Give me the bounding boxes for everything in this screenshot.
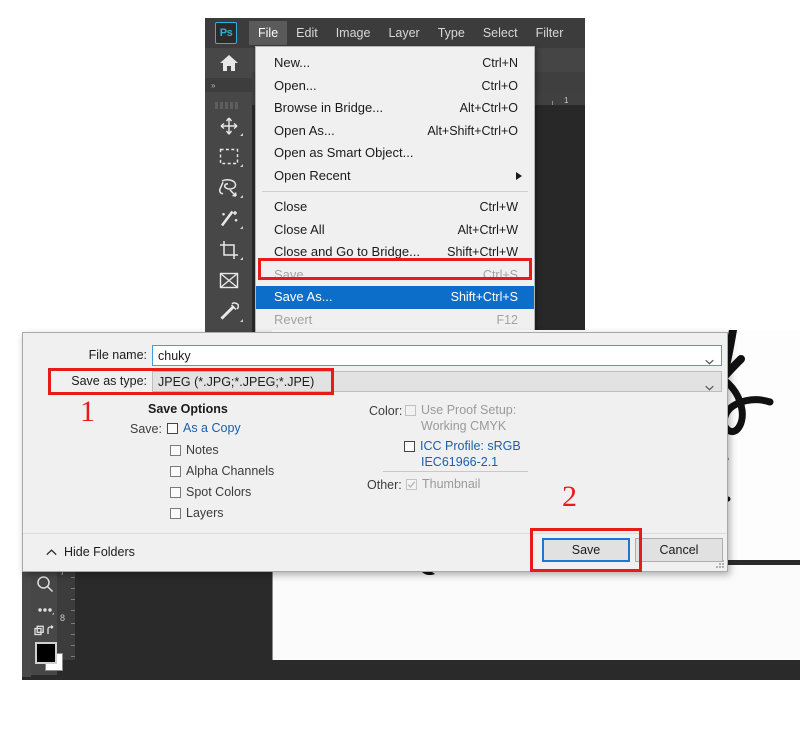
rectangular-marquee-tool[interactable] [205,141,252,172]
menu-edit[interactable]: Edit [287,21,327,45]
save-label: Save: [130,422,162,436]
ruler-marker: 1 [564,96,569,105]
checkbox-icon[interactable] [170,507,181,519]
chevron-up-icon [46,548,57,556]
checkbox-label: ICC Profile: sRGB [420,439,521,453]
move-tool[interactable] [205,110,252,141]
highlight-save-button [530,528,642,572]
foreground-color-swatch[interactable] [35,642,57,664]
checkbox-label: Notes [186,443,219,457]
checkbox-alpha-channels[interactable]: Alpha Channels [170,464,274,478]
checkbox-label: Alpha Channels [186,464,275,478]
resize-grip-icon[interactable] [716,560,725,569]
checkbox-as-a-copy[interactable]: As a Copy [167,421,241,435]
swap-colors-icon[interactable] [33,624,57,640]
highlight-save-as-type [48,368,334,395]
cancel-button[interactable]: Cancel [635,538,723,562]
checkbox-layers[interactable]: Layers [170,506,224,520]
menu-image[interactable]: Image [327,21,380,45]
eyedropper-tool[interactable] [205,296,252,327]
more-tools-icon[interactable] [33,604,57,618]
highlight-save-as [258,258,532,280]
tools-panel-grip [215,96,241,109]
menu-separator [262,191,528,192]
color-swatches[interactable] [33,641,63,671]
checkbox-spot-colors[interactable]: Spot Colors [170,485,251,499]
menu-file[interactable]: File [249,21,288,45]
checkbox-icon[interactable] [404,440,415,452]
hide-folders-toggle[interactable]: Hide Folders [46,545,135,559]
menu-select[interactable]: Select [474,21,527,45]
ruler-label-8: 8 [60,613,66,623]
file-dropdown-menu: New... Ctrl+N Open... Ctrl+O Browse in B… [255,46,535,367]
annotation-step-2: 2 [562,480,577,513]
submenu-arrow-icon [516,171,522,180]
checkbox-use-proof-setup[interactable]: Use Proof Setup: [405,403,516,417]
checkbox-icon[interactable] [170,486,181,498]
checkbox-icon[interactable] [170,465,181,477]
checkbox-icon[interactable] [167,422,178,434]
hide-folders-label: Hide Folders [64,545,135,559]
checkbox-label: Layers [186,506,224,520]
checkbox-label: Use Proof Setup: [421,403,517,417]
menu-bar: Ps File Edit Image Layer Type Select Fil… [205,18,585,48]
crop-tool[interactable] [205,234,252,265]
menu-item-open-as-smart-object[interactable]: Open as Smart Object... [256,142,534,165]
lasso-tool[interactable] [205,172,252,203]
menu-layer[interactable]: Layer [379,21,428,45]
checkbox-icon[interactable] [170,444,181,456]
menu-item-open-as[interactable]: Open As... Alt+Shift+Ctrl+O [256,120,534,143]
magic-wand-tool[interactable] [205,203,252,234]
frame-tool[interactable] [205,265,252,296]
filename-input[interactable]: chuky [152,345,722,366]
menu-item-browse-in-bridge[interactable]: Browse in Bridge... Alt+Ctrl+O [256,97,534,120]
checkbox-label: Thumbnail [422,477,481,491]
working-cmyk-text: Working CMYK [421,419,507,433]
menu-item-new[interactable]: New... Ctrl+N [256,52,534,75]
double-chevron-right-icon[interactable]: » [205,78,252,92]
checkbox-icon[interactable] [406,478,417,490]
checkbox-label: Spot Colors [186,485,252,499]
checkbox-label: As a Copy [183,421,241,435]
tools-panel: » [205,48,252,336]
menu-item-save-as[interactable]: Save As... Shift+Ctrl+S [256,286,534,309]
filename-value: chuky [158,349,191,363]
document-canvas-white-lower [272,565,800,660]
checkbox-notes[interactable]: Notes [170,443,219,457]
filename-label: File name: [88,348,147,362]
chevron-down-icon[interactable] [705,353,714,365]
checkbox-icc-profile[interactable]: ICC Profile: sRGB [404,439,521,453]
menu-item-close[interactable]: Close Ctrl+W [256,196,534,219]
other-label: Other: [367,478,402,492]
menu-item-close-all[interactable]: Close All Alt+Ctrl+W [256,219,534,242]
checkbox-icon[interactable] [405,404,416,416]
annotation-step-1: 1 [80,395,95,428]
zoom-tool-icon[interactable] [33,572,57,596]
menu-item-open[interactable]: Open... Ctrl+O [256,75,534,98]
checkbox-thumbnail[interactable]: Thumbnail [406,477,480,491]
document-footer-bar [272,660,800,672]
divider [383,471,528,472]
save-options-title: Save Options [148,402,228,416]
menu-filter[interactable]: Filter [527,21,573,45]
vertical-ruler: 7 8 [57,565,75,660]
menu-item-open-recent[interactable]: Open Recent [256,165,534,188]
home-icon[interactable] [205,48,252,78]
icc-profile-detail: IEC61966-2.1 [421,455,499,469]
chevron-down-icon[interactable] [705,379,714,391]
menu-type[interactable]: Type [429,21,474,45]
color-label: Color: [369,404,403,418]
photoshop-logo-icon: Ps [215,22,237,44]
menu-item-revert: Revert F12 [274,311,518,327]
